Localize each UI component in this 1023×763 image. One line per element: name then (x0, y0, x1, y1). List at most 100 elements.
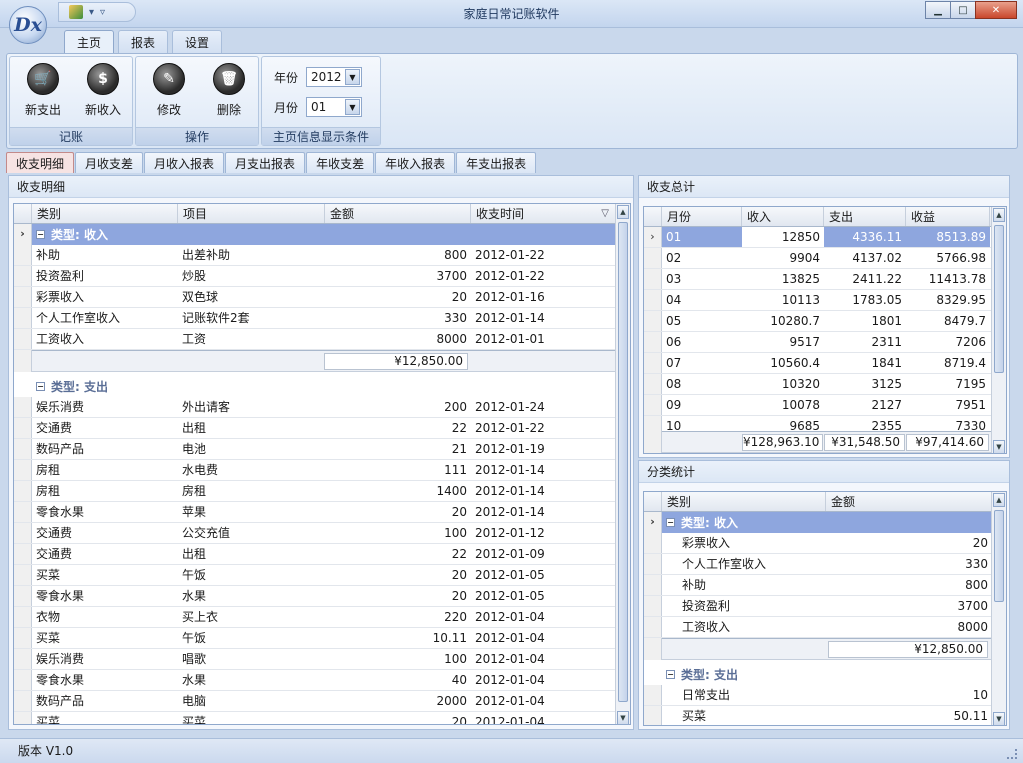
amount-cell[interactable]: 100 (325, 523, 471, 543)
table-row[interactable]: 09 10078 2127 7951 (644, 395, 992, 416)
month-cell[interactable]: 02 (662, 248, 742, 268)
table-row[interactable]: 工资收入 8000 (644, 617, 992, 638)
row-indicator[interactable] (14, 544, 32, 564)
category-cell[interactable]: 数码产品 (32, 439, 178, 459)
time-cell[interactable]: 2012-01-14 (471, 502, 616, 522)
item-cell[interactable]: 出差补助 (178, 245, 325, 265)
amount-cell[interactable]: 20 (325, 712, 471, 724)
income-cell[interactable]: 12850 (742, 227, 824, 247)
item-cell[interactable]: 唱歌 (178, 649, 325, 669)
time-cell[interactable]: 2012-01-14 (471, 481, 616, 501)
scroll-down-icon[interactable]: ▼ (617, 711, 629, 724)
time-cell[interactable]: 2012-01-04 (471, 691, 616, 711)
category-cell[interactable]: 房租 (32, 481, 178, 501)
scroll-up-icon[interactable]: ▲ (993, 493, 1005, 507)
expense-cell[interactable]: 1801 (824, 311, 906, 331)
amount-cell[interactable]: 100 (325, 649, 471, 669)
item-cell[interactable]: 水果 (178, 586, 325, 606)
expense-cell[interactable]: 2127 (824, 395, 906, 415)
category-cell[interactable]: 投资盈利 (678, 596, 826, 616)
category-cell[interactable]: 投资盈利 (32, 266, 178, 286)
row-indicator[interactable] (14, 649, 32, 669)
expense-cell[interactable]: 4336.11 (824, 227, 906, 247)
item-cell[interactable]: 外出请客 (178, 397, 325, 417)
time-cell[interactable]: 2012-01-12 (471, 523, 616, 543)
col-amount[interactable]: 金额 (826, 492, 992, 511)
table-row[interactable]: 10 9685 2355 7330 (644, 416, 992, 431)
time-cell[interactable]: 2012-01-04 (471, 607, 616, 627)
table-row[interactable]: 买菜 买菜 20 2012-01-04 (14, 712, 616, 724)
row-indicator[interactable] (14, 397, 32, 417)
row-indicator[interactable] (644, 575, 662, 595)
time-cell[interactable]: 2012-01-05 (471, 565, 616, 585)
item-cell[interactable]: 房租 (178, 481, 325, 501)
row-indicator[interactable] (14, 691, 32, 711)
group-row-income[interactable]: › − 类型: 收入 (644, 512, 992, 533)
table-row[interactable]: 衣物 买上衣 220 2012-01-04 (14, 607, 616, 628)
amount-cell[interactable]: 20 (325, 586, 471, 606)
item-cell[interactable]: 午饭 (178, 628, 325, 648)
minimize-button[interactable]: ▁ (925, 1, 951, 19)
category-cell[interactable]: 交通费 (32, 544, 178, 564)
group-row-income[interactable]: › − 类型: 收入 (14, 224, 616, 245)
table-row[interactable]: 彩票收入 20 (644, 533, 992, 554)
amount-cell[interactable]: 1400 (325, 481, 471, 501)
row-indicator[interactable] (644, 311, 662, 331)
row-indicator[interactable] (644, 269, 662, 289)
amount-cell[interactable]: 3700 (826, 596, 992, 616)
amount-cell[interactable]: 2000 (325, 691, 471, 711)
row-indicator[interactable] (14, 628, 32, 648)
category-cell[interactable]: 零食水果 (32, 586, 178, 606)
category-scrollbar[interactable]: ▲ ▼ (991, 492, 1006, 725)
table-row[interactable]: 补助 800 (644, 575, 992, 596)
category-cell[interactable]: 工资收入 (32, 329, 178, 349)
amount-cell[interactable]: 40 (325, 670, 471, 690)
chevron-down-icon[interactable]: ▼ (345, 69, 360, 85)
tab-reports[interactable]: 报表 (118, 30, 169, 53)
time-cell[interactable]: 2012-01-22 (471, 245, 616, 265)
row-indicator[interactable] (14, 418, 32, 438)
col-item[interactable]: 项目 (178, 204, 325, 223)
item-cell[interactable]: 水电费 (178, 460, 325, 480)
filter-icon[interactable]: ▽ (601, 204, 609, 224)
category-cell[interactable]: 个人工作室收入 (32, 308, 178, 328)
row-indicator[interactable] (14, 523, 32, 543)
table-row[interactable]: 房租 水电费 111 2012-01-14 (14, 460, 616, 481)
category-cell[interactable]: 零食水果 (32, 670, 178, 690)
table-row[interactable]: 娱乐消费 唱歌 100 2012-01-04 (14, 649, 616, 670)
group-row-expense[interactable]: − 类型: 支出 (14, 376, 616, 397)
row-indicator[interactable] (644, 706, 662, 725)
item-cell[interactable]: 电脑 (178, 691, 325, 711)
amount-cell[interactable]: 10.11 (325, 628, 471, 648)
expense-cell[interactable]: 2411.22 (824, 269, 906, 289)
tab-income-expense-detail[interactable]: 收支明细 (6, 152, 75, 173)
time-cell[interactable]: 2012-01-22 (471, 418, 616, 438)
amount-cell[interactable]: 20 (826, 533, 992, 553)
category-cell[interactable]: 零食水果 (32, 502, 178, 522)
resize-grip-icon[interactable] (1007, 749, 1017, 759)
income-cell[interactable]: 10280.7 (742, 311, 824, 331)
row-indicator[interactable] (644, 248, 662, 268)
income-cell[interactable]: 9517 (742, 332, 824, 352)
table-row[interactable]: 交通费 出租 22 2012-01-22 (14, 418, 616, 439)
income-cell[interactable]: 10320 (742, 374, 824, 394)
category-cell[interactable]: 交通费 (32, 418, 178, 438)
new-expense-button[interactable]: 🛒 新支出 (14, 63, 72, 119)
row-indicator[interactable] (14, 439, 32, 459)
item-cell[interactable]: 记账软件2套 (178, 308, 325, 328)
col-category[interactable]: 类别 (32, 204, 178, 223)
scroll-up-icon[interactable]: ▲ (993, 208, 1005, 222)
indent-cell[interactable] (662, 554, 678, 574)
col-expense[interactable]: 支出 (824, 207, 906, 226)
expense-cell[interactable]: 2355 (824, 416, 906, 431)
col-amount[interactable]: 金额 (325, 204, 471, 223)
table-row[interactable]: 零食水果 苹果 20 2012-01-14 (14, 502, 616, 523)
row-indicator[interactable] (14, 607, 32, 627)
amount-cell[interactable]: 20 (325, 502, 471, 522)
item-cell[interactable]: 双色球 (178, 287, 325, 307)
amount-cell[interactable]: 21 (325, 439, 471, 459)
amount-cell[interactable]: 220 (325, 607, 471, 627)
month-cell[interactable]: 04 (662, 290, 742, 310)
row-indicator[interactable] (644, 685, 662, 705)
amount-cell[interactable]: 200 (325, 397, 471, 417)
